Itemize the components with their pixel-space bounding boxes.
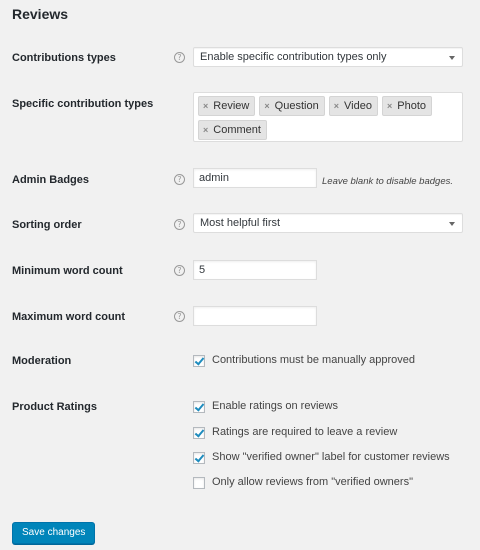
sorting-order-value: Most helpful first [200, 217, 281, 229]
help-icon[interactable]: ? [174, 219, 185, 230]
tag-label: Review [213, 100, 250, 112]
tag-photo: × Photo [382, 96, 433, 116]
tag-label: Photo [397, 100, 427, 112]
enable-ratings-label[interactable]: Enable ratings on reviews [212, 400, 338, 412]
tag-review: × Review [198, 96, 256, 116]
enable-ratings-checkbox[interactable] [193, 401, 205, 413]
save-changes-button[interactable]: Save changes [12, 522, 96, 544]
tag-question: × Question [259, 96, 325, 116]
min-word-count-label: Minimum word count [12, 265, 123, 277]
product-ratings-label: Product Ratings [12, 401, 97, 413]
moderation-checkbox-label[interactable]: Contributions must be manually approved [212, 354, 415, 366]
ratings-required-checkbox[interactable] [193, 427, 205, 439]
contribution-types-value: Enable specific contribution types only [200, 51, 387, 63]
help-icon[interactable]: ? [174, 265, 185, 276]
ratings-required-label[interactable]: Ratings are required to leave a review [212, 426, 397, 438]
chevron-down-icon [449, 222, 455, 226]
min-word-count-input[interactable]: 5 [193, 260, 317, 280]
remove-tag-icon[interactable]: × [264, 101, 269, 111]
help-icon[interactable]: ? [174, 174, 185, 185]
tag-video: × Video [328, 96, 378, 116]
tag-label: Question [274, 100, 319, 112]
remove-tag-icon[interactable]: × [203, 125, 208, 135]
contribution-types-select[interactable]: Enable specific contribution types only [193, 47, 463, 67]
verified-owners-only-checkbox[interactable] [193, 477, 205, 489]
verified-owners-only-label[interactable]: Only allow reviews from "verified owners… [212, 476, 413, 488]
max-word-count-input[interactable] [193, 306, 317, 326]
chevron-down-icon [449, 56, 455, 60]
verified-owner-label-checkbox[interactable] [193, 452, 205, 464]
specific-types-label: Specific contribution types [12, 98, 154, 110]
page-title: Reviews [12, 6, 69, 22]
moderation-label: Moderation [12, 355, 72, 367]
verified-owner-label-text[interactable]: Show "verified owner" label for customer… [212, 451, 450, 463]
sorting-order-label: Sorting order [12, 219, 82, 231]
remove-tag-icon[interactable]: × [387, 101, 392, 111]
admin-badges-input[interactable]: admin [193, 168, 317, 188]
sorting-order-select[interactable]: Most helpful first [193, 213, 463, 233]
help-icon[interactable]: ? [174, 52, 185, 63]
specific-types-multiselect[interactable]: × Review × Question × Video × Photo × Comment [193, 92, 463, 142]
max-word-count-label: Maximum word count [12, 311, 126, 323]
tag-comment: × Comment [198, 120, 267, 140]
tag-label: Comment [213, 124, 261, 136]
admin-badges-label: Admin Badges [12, 174, 90, 186]
admin-badges-description: Leave blank to disable badges. [322, 176, 453, 187]
remove-tag-icon[interactable]: × [203, 101, 208, 111]
moderation-checkbox[interactable] [193, 355, 205, 367]
tag-label: Video [344, 100, 372, 112]
help-icon[interactable]: ? [174, 311, 185, 322]
remove-tag-icon[interactable]: × [334, 101, 339, 111]
contribution-types-label: Contributions types [12, 52, 116, 64]
